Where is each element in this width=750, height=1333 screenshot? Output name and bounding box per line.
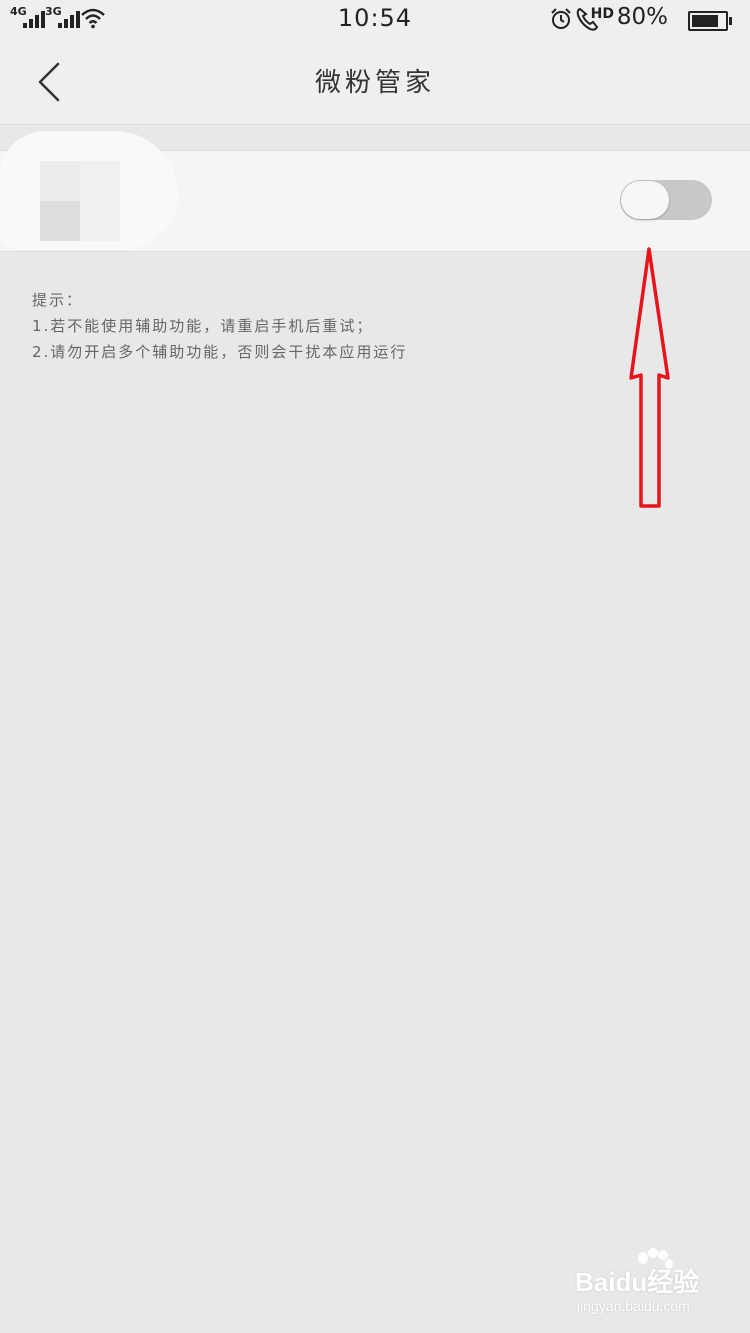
- service-row: [0, 131, 750, 252]
- battery-level-fill: [692, 15, 718, 27]
- tips-line-2: 2.请勿开启多个辅助功能，否则会干扰本应用运行: [32, 343, 408, 361]
- hd-voice-icon: HD: [590, 6, 614, 22]
- app-header: 微粉管家: [0, 40, 750, 125]
- service-toggle-switch[interactable]: [620, 180, 712, 220]
- tips-line-1: 1.若不能使用辅助功能，请重启手机后重试；: [32, 317, 374, 335]
- watermark-url: jingyan.baidu.com: [577, 1298, 690, 1314]
- watermark-brand: Baidu经验: [575, 1267, 700, 1297]
- page-title: 微粉管家: [314, 68, 435, 98]
- alarm-icon: [551, 8, 571, 29]
- battery-icon: [688, 11, 732, 31]
- tips-heading: 提示：: [32, 291, 84, 309]
- blurred-service-label: [0, 131, 178, 249]
- status-right-group: HD 80%: [492, 4, 732, 36]
- battery-percent: 80%: [616, 4, 668, 30]
- toggle-knob: [621, 181, 669, 219]
- red-arrow-annotation: [629, 247, 670, 508]
- status-bar: 4G 3G 10:54 HD 80%: [0, 0, 750, 40]
- baidu-watermark-logo: Baidu经验 jingyan.baidu.com: [575, 1248, 735, 1320]
- tips-section: 提示： 1.若不能使用辅助功能，请重启手机后重试； 2.请勿开启多个辅助功能，否…: [32, 287, 407, 365]
